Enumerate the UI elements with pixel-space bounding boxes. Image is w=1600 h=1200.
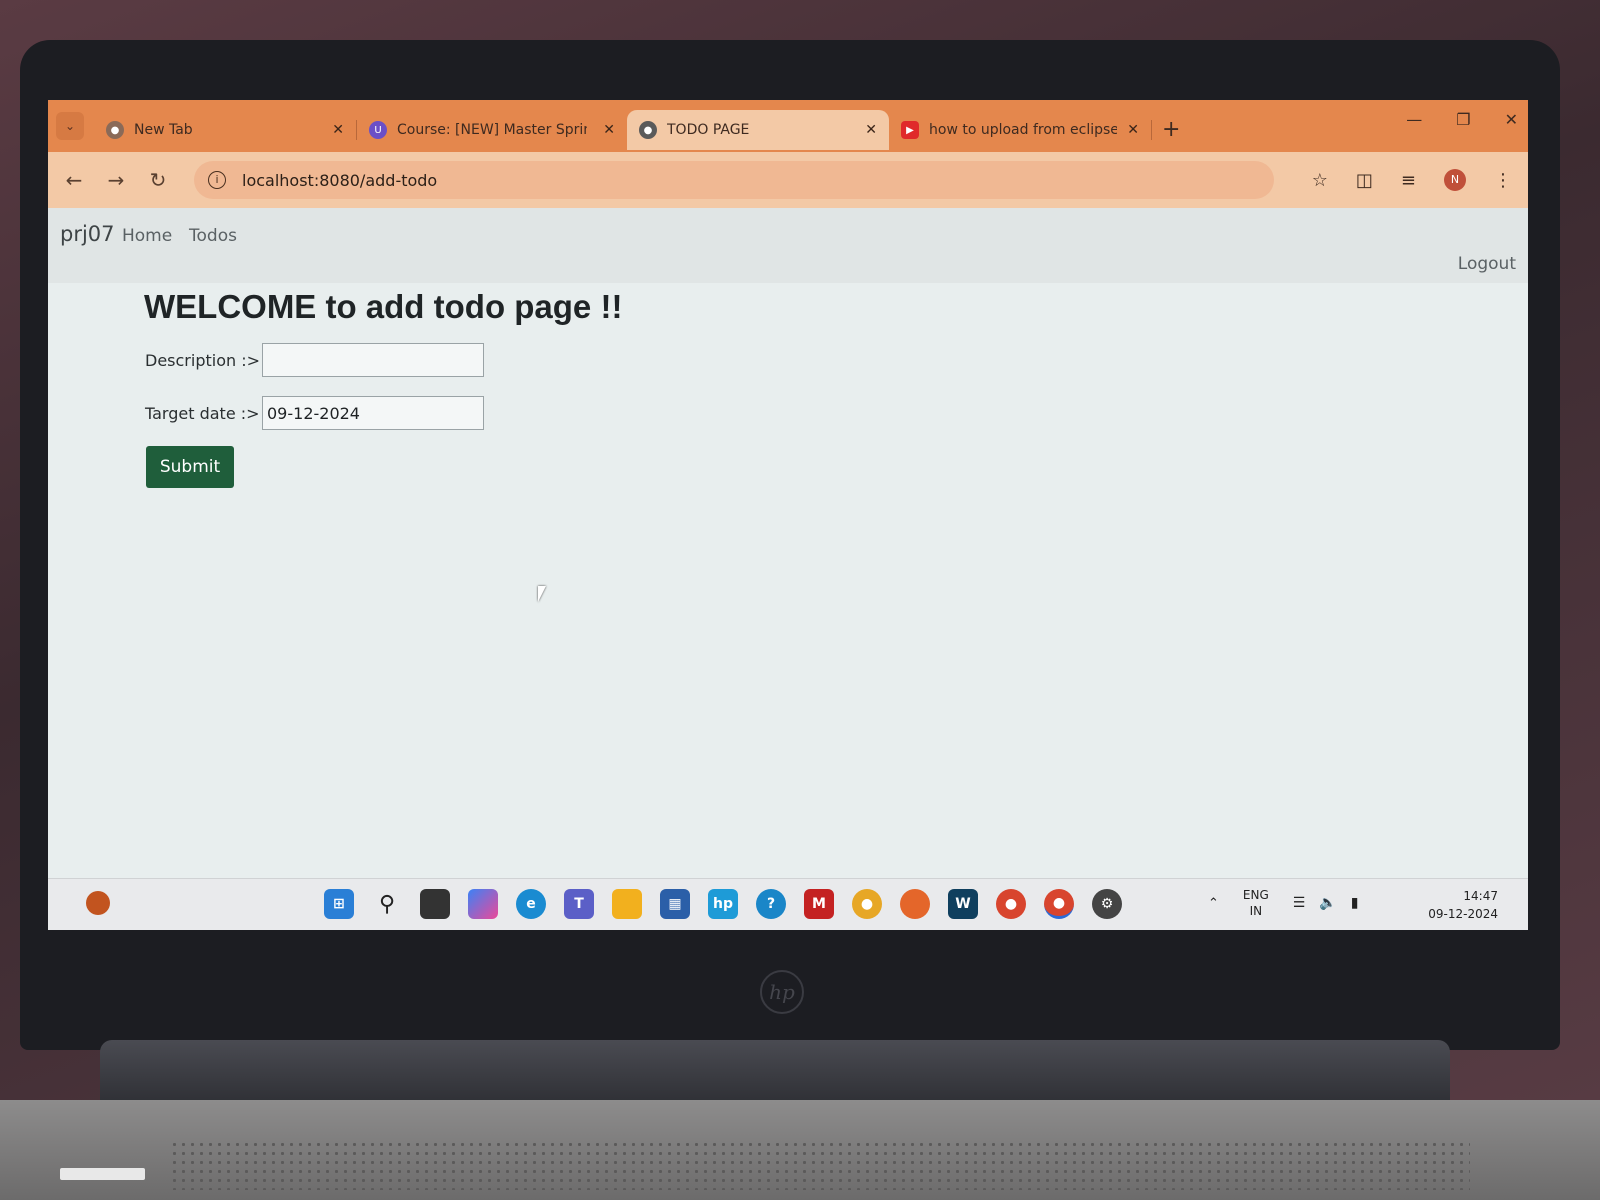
volume-icon[interactable]: 🔈 — [1319, 895, 1336, 911]
menu-kebab-icon[interactable]: ⋮ — [1494, 170, 1512, 191]
address-bar[interactable]: i localhost:8080/add-todo — [194, 161, 1274, 199]
udemy-icon: U — [369, 121, 387, 139]
media-control-icon[interactable]: ≡ — [1401, 170, 1416, 191]
battery-icon[interactable]: ▮ — [1351, 895, 1359, 911]
tray-icons: ☰ 🔈 ▮ — [1293, 895, 1359, 911]
clock-time: 14:47 — [1463, 889, 1498, 903]
close-window-icon[interactable]: ✕ — [1505, 110, 1518, 129]
tab-course[interactable]: U Course: [NEW] Master Spring B ✕ — [357, 110, 627, 150]
window-controls: — ❐ ✕ — [1406, 110, 1518, 129]
globe-icon: ● — [639, 121, 657, 139]
description-input[interactable] — [262, 343, 484, 377]
chrome-icon: ● — [106, 121, 124, 139]
description-label: Description :> — [145, 351, 261, 370]
tab-title: how to upload from eclipse to — [929, 122, 1118, 138]
file-explorer-icon[interactable] — [612, 889, 642, 919]
tab-title: TODO PAGE — [667, 122, 750, 138]
firefox-icon[interactable] — [900, 889, 930, 919]
search-icon[interactable]: ⚲ — [372, 889, 402, 919]
tab-todo-page[interactable]: ● TODO PAGE ✕ — [627, 110, 889, 150]
forward-icon[interactable]: → — [106, 168, 126, 192]
target-date-input[interactable] — [262, 396, 484, 430]
app-gear-icon[interactable]: ⚙ — [1092, 889, 1122, 919]
lang-code: ENG — [1242, 888, 1269, 902]
help-icon[interactable]: ? — [756, 889, 786, 919]
extensions-icon[interactable]: ◫ — [1356, 170, 1373, 191]
reload-icon[interactable]: ↻ — [148, 168, 168, 192]
myhp-icon[interactable]: hp — [708, 889, 738, 919]
chevron-up-icon[interactable]: ⌃ — [1208, 896, 1219, 911]
bookmark-star-icon[interactable]: ☆ — [1312, 170, 1328, 191]
wifi-icon[interactable]: ☰ — [1293, 895, 1306, 911]
clock-date: 09-12-2024 — [1428, 907, 1498, 921]
mouse-cursor — [538, 586, 546, 602]
close-icon[interactable]: ✕ — [593, 122, 615, 138]
nav-link-home[interactable]: Home — [122, 226, 172, 246]
region-code: IN — [1249, 904, 1263, 918]
system-tray: ⌃ ENG IN ☰ 🔈 ▮ — [1208, 887, 1358, 919]
laptop-slot — [60, 1168, 145, 1180]
webex-icon[interactable]: W — [948, 889, 978, 919]
minimize-icon[interactable]: — — [1406, 110, 1422, 129]
new-tab-button[interactable]: + — [1162, 117, 1180, 142]
taskbar-clock[interactable]: 14:47 09-12-2024 — [1428, 887, 1498, 923]
profile-avatar[interactable]: N — [1444, 169, 1466, 191]
language-indicator[interactable]: ENG IN — [1243, 887, 1269, 919]
chrome-profile-n-icon[interactable]: ● — [1044, 889, 1074, 919]
app-navbar: prj07 Home Todos Logout — [48, 208, 1528, 283]
laptop-screen: ⌄ ● New Tab ✕ U Course: [NEW] Master Spr… — [48, 100, 1528, 930]
mcafee-icon[interactable]: M — [804, 889, 834, 919]
restore-icon[interactable]: ❐ — [1456, 110, 1470, 129]
submit-button[interactable]: Submit — [146, 446, 234, 488]
weather-widget-icon[interactable] — [86, 891, 110, 915]
speaker-grille — [170, 1140, 1470, 1190]
web-page: prj07 Home Todos Logout WELCOME to add t… — [48, 208, 1528, 878]
navbar-brand[interactable]: prj07 — [60, 222, 115, 246]
tab-youtube[interactable]: ▶ how to upload from eclipse to ✕ — [889, 110, 1151, 150]
tab-title: New Tab — [134, 122, 193, 138]
teams-icon[interactable]: T — [564, 889, 594, 919]
tab-search-icon[interactable]: ⌄ — [56, 112, 84, 140]
target-date-label: Target date :> — [145, 404, 260, 423]
close-icon[interactable]: ✕ — [855, 122, 877, 138]
copilot-icon[interactable] — [468, 889, 498, 919]
logout-link[interactable]: Logout — [1458, 254, 1516, 274]
tab-new-tab[interactable]: ● New Tab ✕ — [94, 110, 356, 150]
site-info-icon[interactable]: i — [208, 171, 226, 189]
taskbar-apps: ⊞ ⚲ e T ▦ hp ? M ● W ● ● ⚙ — [324, 889, 1122, 919]
windows-start-icon[interactable]: ⊞ — [324, 889, 354, 919]
back-icon[interactable]: ← — [64, 168, 84, 192]
windows-taskbar: ⊞ ⚲ e T ▦ hp ? M ● W ● ● ⚙ ⌃ ENG IN ☰ 🔈 … — [48, 878, 1528, 930]
chrome-profile-p-icon[interactable]: ● — [996, 889, 1026, 919]
edge-icon[interactable]: e — [516, 889, 546, 919]
url-text: localhost:8080/add-todo — [242, 170, 438, 190]
hp-logo: hp — [760, 970, 804, 1014]
tab-strip: ⌄ ● New Tab ✕ U Course: [NEW] Master Spr… — [48, 100, 1528, 152]
chrome-icon[interactable]: ● — [852, 889, 882, 919]
toolbar-actions: ☆ ◫ ≡ N ⋮ — [1312, 169, 1512, 191]
page-heading: WELCOME to add todo page !! — [144, 288, 623, 325]
close-icon[interactable]: ✕ — [1117, 122, 1139, 138]
close-icon[interactable]: ✕ — [322, 122, 344, 138]
store-icon[interactable]: ▦ — [660, 889, 690, 919]
tab-separator — [1151, 120, 1152, 140]
youtube-icon: ▶ — [901, 121, 919, 139]
browser-toolbar: ← → ↻ i localhost:8080/add-todo ☆ ◫ ≡ N … — [48, 152, 1528, 208]
tab-title: Course: [NEW] Master Spring B — [397, 122, 587, 138]
task-view-icon[interactable] — [420, 889, 450, 919]
nav-link-todos[interactable]: Todos — [189, 226, 237, 246]
